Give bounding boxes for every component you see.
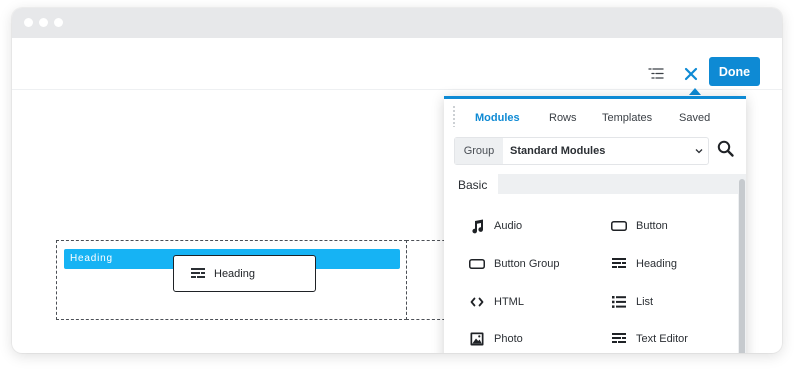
- module-button-group[interactable]: Button Group: [469, 254, 559, 274]
- done-button[interactable]: Done: [709, 57, 760, 86]
- group-select[interactable]: Group Standard Modules: [454, 137, 709, 165]
- module-label: Button: [636, 220, 668, 232]
- scrollbar-thumb[interactable]: [739, 179, 745, 353]
- window-close-dot[interactable]: [24, 18, 33, 27]
- module-html[interactable]: HTML: [469, 292, 524, 312]
- heading-icon: [611, 256, 627, 272]
- module-label: Heading: [636, 258, 677, 270]
- group-label: Group: [455, 138, 503, 164]
- close-icon[interactable]: [681, 64, 701, 84]
- title-bar: [12, 8, 782, 38]
- scrollbar-track[interactable]: [738, 174, 746, 353]
- list-icon: [611, 294, 627, 310]
- tab-rows[interactable]: Rows: [549, 112, 577, 124]
- chevron-down-icon: [695, 149, 703, 154]
- content-panel: Modules Rows Templates Saved Group Stand…: [444, 96, 746, 353]
- module-text-editor[interactable]: Text Editor: [611, 329, 688, 349]
- code-icon: [469, 294, 485, 310]
- text-editor-icon: [611, 331, 627, 347]
- builder-top-bar: [12, 38, 782, 90]
- module-list[interactable]: List: [611, 292, 653, 312]
- module-label: Text Editor: [636, 333, 688, 345]
- browser-window: Done Heading Heading Modules Rows Templa…: [12, 8, 782, 353]
- group-value: Standard Modules: [510, 145, 606, 157]
- button-icon: [611, 218, 627, 234]
- music-note-icon: [469, 218, 485, 234]
- panel-drag-handle[interactable]: [452, 105, 456, 127]
- panel-caret: [689, 88, 701, 95]
- tab-modules[interactable]: Modules: [475, 112, 520, 124]
- module-photo[interactable]: Photo: [469, 329, 523, 349]
- module-label: List: [636, 296, 654, 308]
- module-label: Button Group: [494, 258, 560, 270]
- drag-chip-label: Heading: [214, 267, 255, 280]
- module-label: Audio: [494, 220, 523, 232]
- tab-templates[interactable]: Templates: [602, 112, 652, 124]
- photo-icon: [469, 331, 485, 347]
- window-maximize-dot[interactable]: [54, 18, 63, 27]
- dragging-module-chip[interactable]: Heading: [173, 255, 316, 292]
- module-label: Photo: [494, 333, 523, 345]
- search-icon[interactable]: [716, 139, 736, 159]
- module-heading[interactable]: Heading: [611, 254, 677, 274]
- tab-saved[interactable]: Saved: [679, 112, 710, 124]
- module-audio[interactable]: Audio: [469, 216, 522, 236]
- outline-icon[interactable]: [647, 65, 665, 83]
- heading-icon: [191, 267, 205, 278]
- window-minimize-dot[interactable]: [39, 18, 48, 27]
- section-basic[interactable]: Basic: [444, 174, 498, 198]
- module-button[interactable]: Button: [611, 216, 668, 236]
- module-label: HTML: [494, 296, 524, 308]
- button-group-icon: [469, 256, 485, 272]
